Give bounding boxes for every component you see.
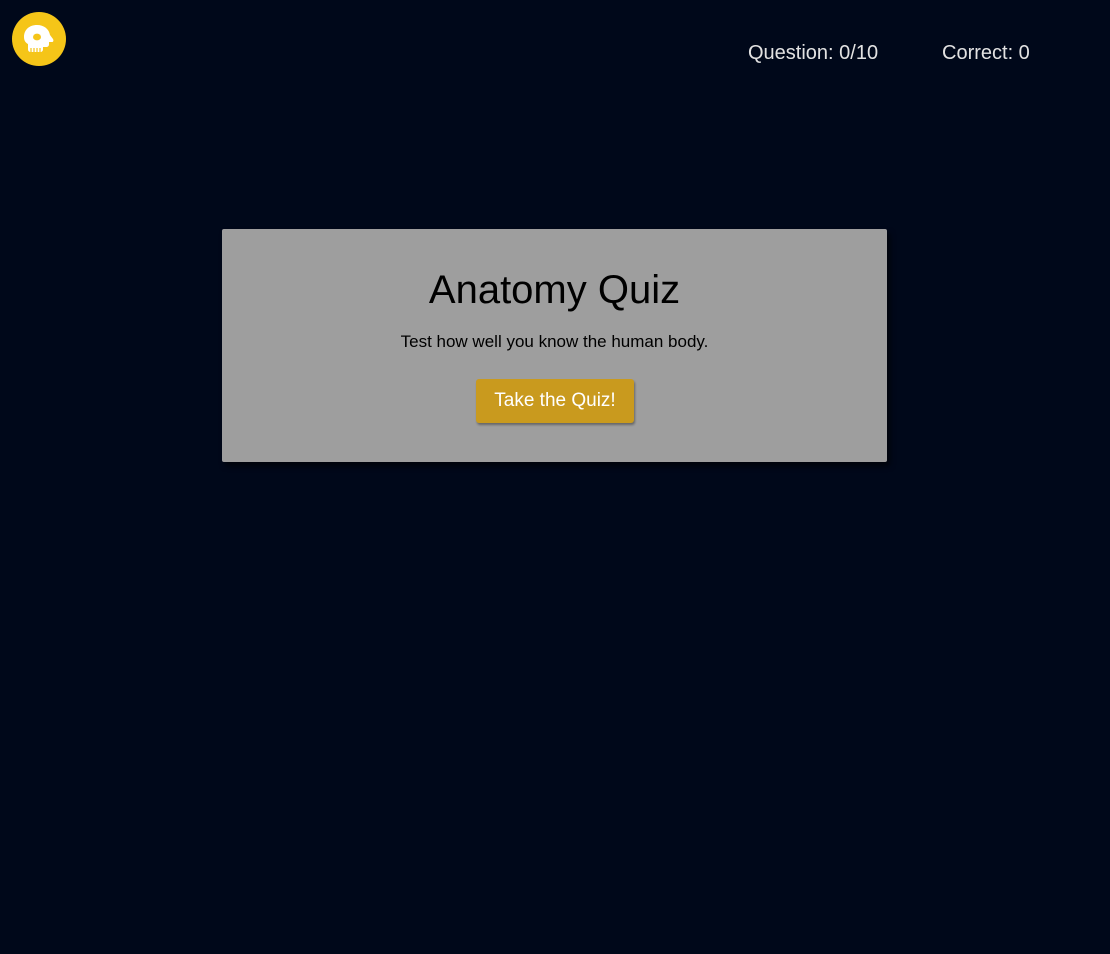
logo[interactable] [12, 12, 66, 66]
intro-card: Anatomy Quiz Test how well you know the … [222, 229, 887, 462]
correct-counter: Correct: 0 [942, 42, 1030, 64]
quiz-title: Anatomy Quiz [428, 268, 681, 312]
quiz-app: Question: 0/10 Correct: 0 Anatomy Quiz T… [0, 0, 1110, 954]
question-counter: Question: 0/10 [748, 42, 879, 64]
quiz-subtitle: Test how well you know the human body. [400, 332, 709, 351]
skull-icon [24, 25, 54, 52]
take-quiz-button[interactable]: Take the Quiz! [476, 379, 634, 423]
